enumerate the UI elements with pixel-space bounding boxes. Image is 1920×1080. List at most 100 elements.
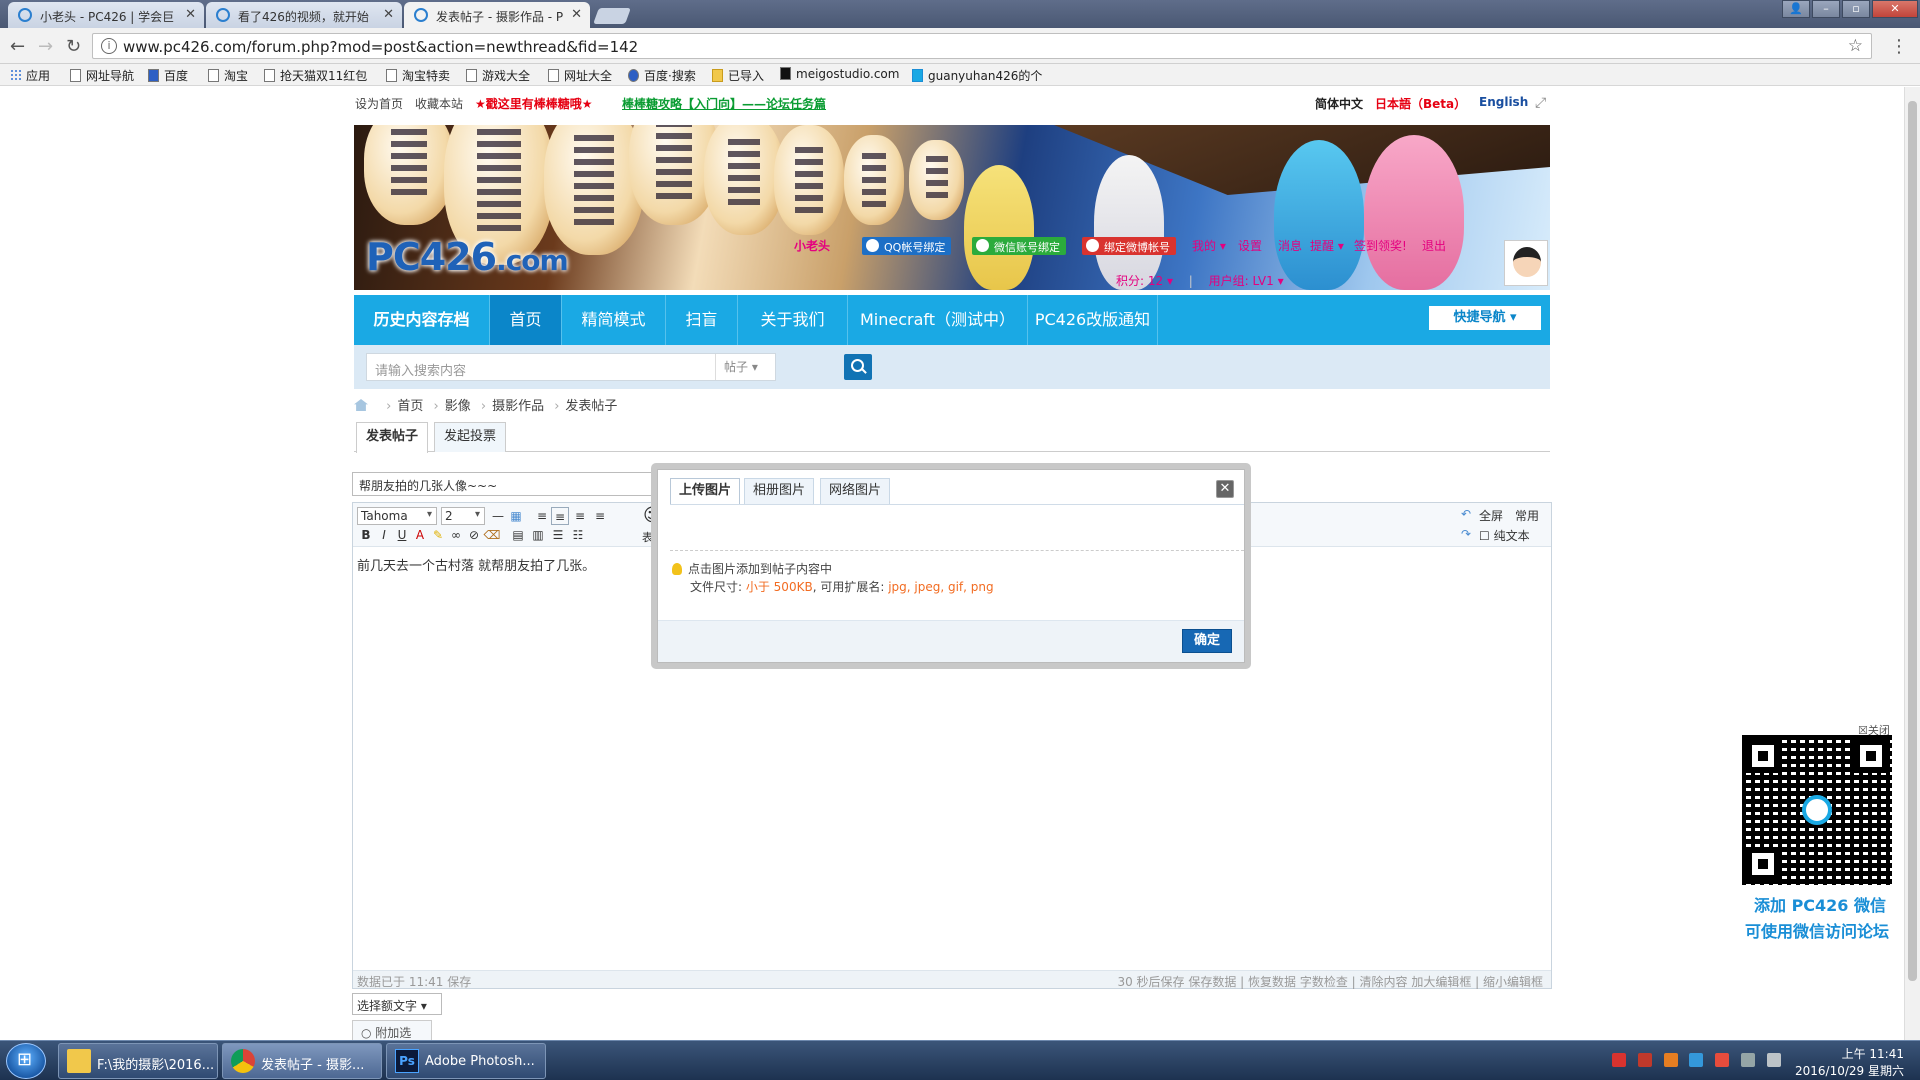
- taskbar-photoshop[interactable]: Ps Adobe Photosh...: [386, 1043, 546, 1079]
- reminders-menu[interactable]: 提醒 ▾: [1310, 237, 1344, 254]
- score-menu[interactable]: 积分: 12: [1116, 274, 1163, 288]
- info-icon[interactable]: i: [101, 38, 117, 54]
- avatar[interactable]: [1504, 240, 1548, 286]
- wechat-bind-button[interactable]: 微信账号绑定: [972, 237, 1066, 255]
- table-icon[interactable]: ▦: [507, 507, 525, 525]
- mine-menu[interactable]: 我的 ▾: [1192, 237, 1226, 254]
- bullet-list-icon[interactable]: ☷: [569, 526, 587, 544]
- bookmark-star-icon[interactable]: ☆: [1848, 36, 1863, 56]
- eraser-icon[interactable]: ⌫: [483, 526, 501, 544]
- quick-nav-button[interactable]: 快捷导航 ▾: [1429, 306, 1541, 330]
- breadcrumb-item[interactable]: 摄影作品: [492, 399, 544, 414]
- bookmark-item[interactable]: 百度: [148, 67, 188, 84]
- forward-arrow-icon[interactable]: →: [38, 36, 53, 57]
- align-left-icon[interactable]: ≡: [533, 507, 551, 525]
- tab-web-image[interactable]: 网络图片: [820, 478, 891, 504]
- dialog-close-button[interactable]: ✕: [1216, 480, 1234, 498]
- breadcrumb-item[interactable]: 影像: [445, 399, 471, 414]
- nav-item-basics[interactable]: 扫盲: [666, 295, 738, 345]
- network-icon[interactable]: [1741, 1053, 1756, 1067]
- tab-new-thread[interactable]: 发表帖子: [356, 422, 429, 453]
- bookmark-item[interactable]: 抢天猫双11红包: [264, 67, 367, 84]
- page-scrollbar[interactable]: [1904, 87, 1920, 1040]
- nav-item-archive[interactable]: 历史内容存档: [354, 295, 490, 345]
- browser-tab-1[interactable]: 小老头 - PC426 | 学会巨 ✕: [8, 2, 204, 28]
- window-close-button[interactable]: ✕: [1872, 0, 1918, 18]
- font-size-select[interactable]: 2: [441, 507, 485, 525]
- lang-cn-link[interactable]: 简体中文: [1315, 95, 1363, 112]
- redo-arrow-icon[interactable]: ↷: [1461, 527, 1471, 541]
- bookmark-site-link[interactable]: 收藏本站: [415, 95, 463, 112]
- font-color-icon[interactable]: A: [411, 526, 429, 544]
- fullscreen-button[interactable]: 全屏: [1479, 507, 1503, 524]
- browser-tab-3[interactable]: 发表帖子 - 摄影作品 - P ✕: [404, 2, 590, 28]
- font-select[interactable]: Tahoma: [357, 507, 437, 525]
- align-center-icon[interactable]: ≡: [571, 507, 589, 525]
- bookmark-folder[interactable]: 已导入: [712, 67, 764, 84]
- bookmark-item[interactable]: 游戏大全: [466, 67, 530, 84]
- close-icon[interactable]: ✕: [571, 7, 582, 22]
- bookmark-item[interactable]: 网址大全: [548, 67, 612, 84]
- breadcrumb-item[interactable]: 首页: [397, 399, 423, 414]
- float-left-icon[interactable]: ▤: [509, 526, 527, 544]
- tray-app-icon[interactable]: [1637, 1053, 1652, 1067]
- close-icon[interactable]: ✕: [185, 7, 196, 22]
- logout-link[interactable]: 退出: [1422, 237, 1446, 254]
- lang-en-link[interactable]: English: [1479, 95, 1528, 109]
- bookmark-apps[interactable]: 应用: [10, 67, 50, 84]
- volume-icon[interactable]: [1766, 1053, 1781, 1067]
- taskbar-explorer[interactable]: F:\我的摄影\2016...: [58, 1043, 218, 1079]
- bookmark-item[interactable]: guanyuhan426的个: [912, 67, 1042, 84]
- add-options-toggle[interactable]: ○ 附加选项: [352, 1020, 432, 1040]
- minimize-button[interactable]: –: [1812, 0, 1840, 18]
- bookmark-item[interactable]: 百度·搜索: [628, 67, 696, 84]
- underline-icon[interactable]: U: [393, 526, 411, 544]
- weibo-bind-button[interactable]: 绑定微博帐号: [1082, 237, 1176, 255]
- messages-link[interactable]: 消息: [1278, 237, 1302, 254]
- confirm-button[interactable]: 确定: [1182, 629, 1232, 653]
- menu-icon[interactable]: ⋮: [1890, 36, 1908, 57]
- align-right-icon[interactable]: ≡: [591, 507, 609, 525]
- back-arrow-icon[interactable]: ←: [10, 36, 25, 57]
- undo-arrow-icon[interactable]: ↶: [1461, 507, 1471, 521]
- nav-item-lite[interactable]: 精简模式: [562, 295, 666, 345]
- tray-app-icon[interactable]: [1715, 1053, 1730, 1067]
- nav-item-home[interactable]: 首页: [490, 295, 562, 345]
- promo-link[interactable]: ★戳这里有棒棒糖哦★: [475, 95, 593, 112]
- new-tab-button[interactable]: [593, 8, 631, 24]
- taskbar-chrome[interactable]: 发表帖子 - 摄影...: [222, 1043, 382, 1079]
- search-input[interactable]: 请输入搜索内容 帖子 ▾: [366, 353, 776, 381]
- tab-new-poll[interactable]: 发起投票: [434, 422, 507, 452]
- bold-icon[interactable]: B: [357, 526, 375, 544]
- bookmark-item[interactable]: 网址导航: [70, 67, 134, 84]
- reload-icon[interactable]: ↻: [66, 36, 81, 57]
- tab-album-image[interactable]: 相册图片: [744, 478, 815, 504]
- tray-app-icon[interactable]: [1663, 1053, 1678, 1067]
- sogou-icon[interactable]: [1612, 1053, 1626, 1067]
- align-justify-icon[interactable]: ≡: [551, 507, 569, 525]
- bookmark-item[interactable]: 淘宝特卖: [386, 67, 450, 84]
- search-type-select[interactable]: 帖子 ▾: [715, 354, 775, 380]
- unlink-icon[interactable]: ⊘: [465, 526, 483, 544]
- search-button[interactable]: [844, 354, 872, 380]
- link-icon[interactable]: ∞: [447, 526, 465, 544]
- editor-body[interactable]: 前几天去一个古村落 就帮朋友拍了几张。: [357, 555, 595, 574]
- plain-text-checkbox[interactable]: ☐ 纯文本: [1479, 527, 1530, 544]
- nav-item-about[interactable]: 关于我们: [738, 295, 848, 345]
- nav-item-revamp[interactable]: PC426改版通知: [1028, 295, 1158, 345]
- common-button[interactable]: 常用: [1515, 507, 1539, 524]
- lang-jp-link[interactable]: 日本語（Beta）: [1375, 95, 1466, 112]
- url-input[interactable]: i www.pc426.com/forum.php?mod=post&actio…: [92, 33, 1872, 59]
- usergroup-menu[interactable]: 用户组: LV1: [1209, 274, 1274, 288]
- float-right-icon[interactable]: ▥: [529, 526, 547, 544]
- highlight-icon[interactable]: ✎: [429, 526, 447, 544]
- set-home-link[interactable]: 设为首页: [355, 95, 403, 112]
- editor-footer-links[interactable]: 30 秒后保存 保存数据 | 恢复数据 字数检查 | 清除内容 加大编辑框 | …: [1117, 973, 1543, 990]
- extra-text-select[interactable]: 选择额文字 ▾: [352, 993, 442, 1015]
- nav-item-minecraft[interactable]: Minecraft（测试中）: [848, 295, 1028, 345]
- maximize-button[interactable]: ▫: [1842, 0, 1870, 18]
- qq-bind-button[interactable]: QQ帐号绑定: [862, 237, 952, 255]
- clock[interactable]: 上午 11:41 2016/10/29 星期六: [1795, 1045, 1904, 1079]
- home-icon[interactable]: [354, 399, 368, 411]
- guide-link[interactable]: 棒棒糖攻略【入门向】——论坛任务篇: [622, 95, 826, 112]
